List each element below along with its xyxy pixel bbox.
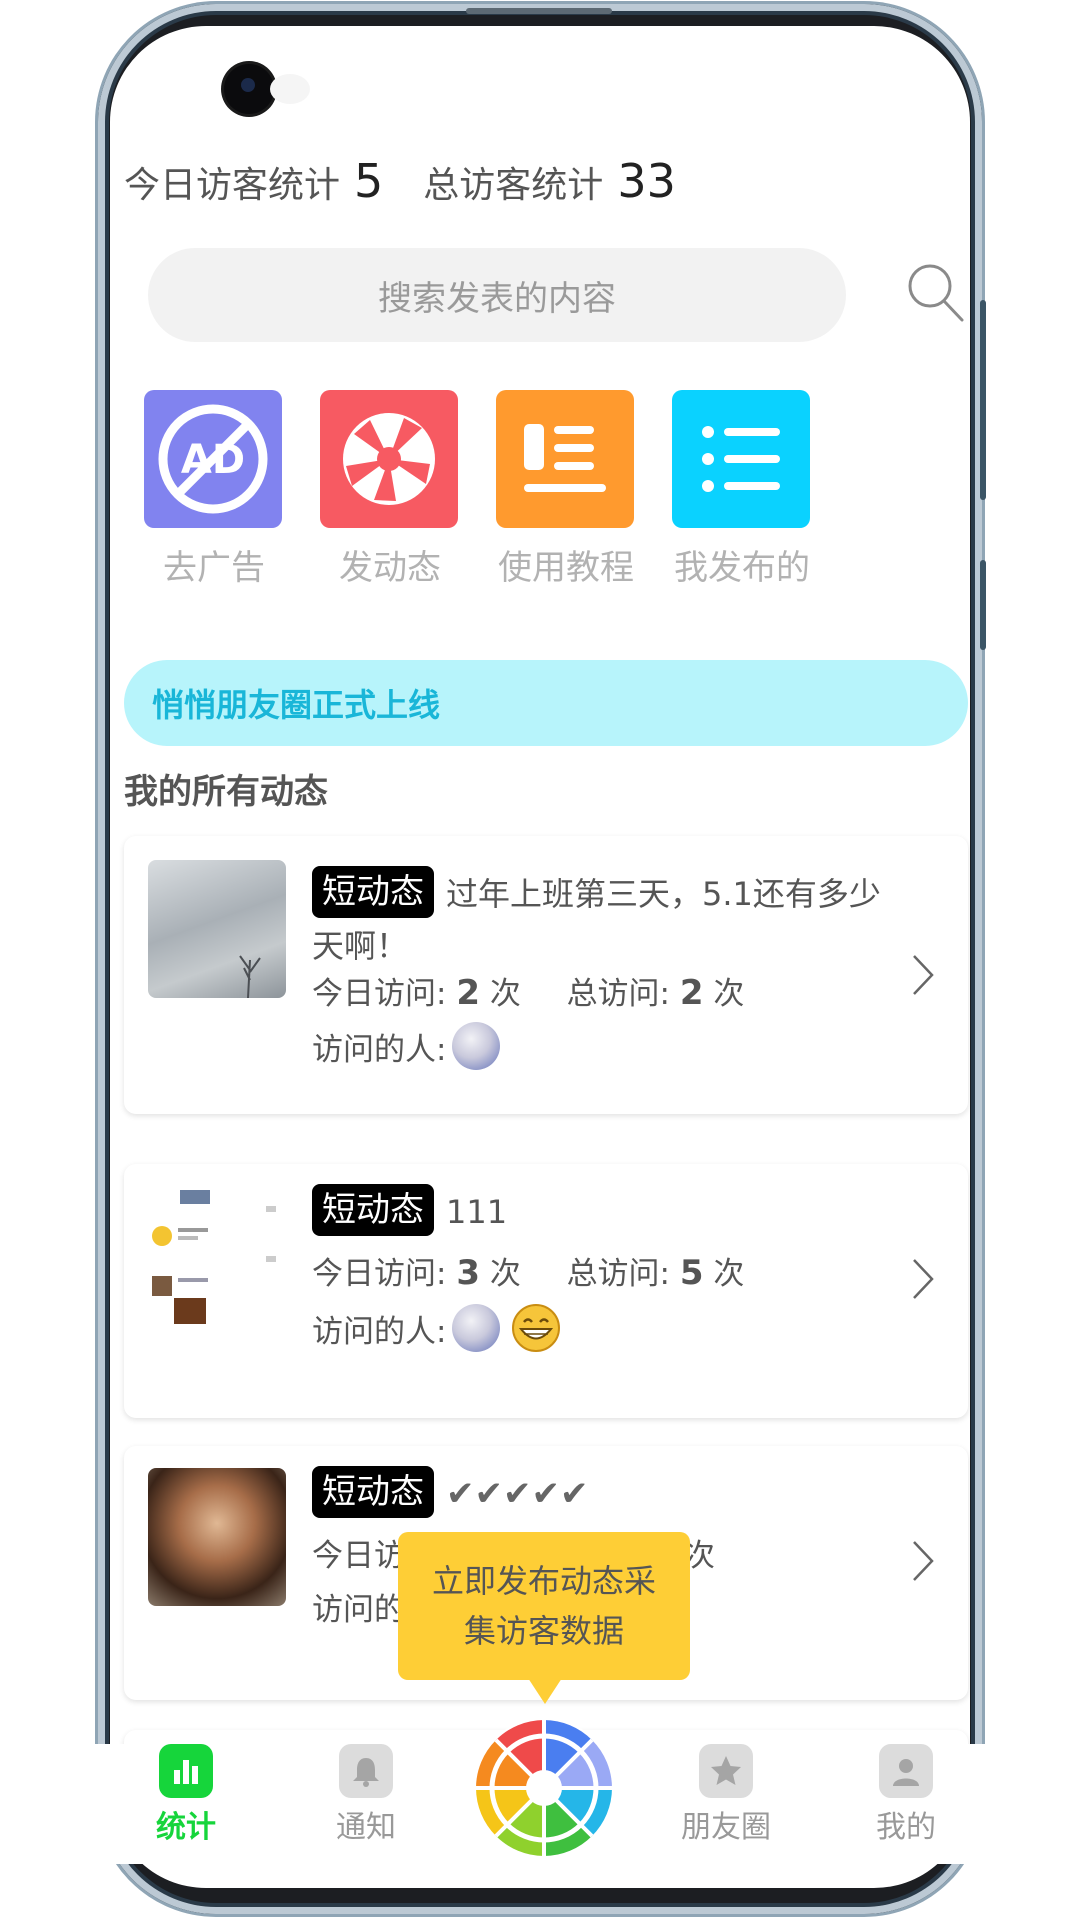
post-text: ✔✔✔✔✔: [446, 1474, 589, 1514]
today-visitors-count: 5: [354, 154, 384, 208]
publish-button[interactable]: [472, 1716, 616, 1860]
camera-highlight: [270, 74, 310, 104]
tooltip-arrow: [528, 1678, 562, 1704]
power-button: [980, 560, 986, 650]
today-visits-count: 2: [456, 973, 480, 1013]
grin-emoji-icon[interactable]: [510, 1302, 562, 1354]
post-thumbnail: [148, 860, 286, 998]
quick-action-label: 发动态: [339, 548, 441, 588]
no-ad-icon: AD: [144, 390, 282, 528]
user-icon: [879, 1744, 933, 1798]
total-visits-count: 5: [679, 1253, 704, 1293]
today-visits-unit: 次: [479, 976, 521, 1012]
list-icon: [672, 390, 810, 528]
post-visitors: 访问的: [312, 1584, 405, 1629]
tab-stats[interactable]: 统计: [126, 1744, 246, 1846]
post-visitors: 访问的人:: [312, 1022, 501, 1070]
tutorial-icon: [496, 390, 634, 528]
today-visits-unit: 次: [479, 1256, 521, 1292]
aperture-icon: [320, 390, 458, 528]
total-visits-label: 总访问:: [566, 976, 680, 1012]
tab-label: 我的: [876, 1810, 936, 1845]
quick-action-my-posts[interactable]: 我发布的: [672, 390, 812, 589]
total-visits-count: 2: [679, 973, 704, 1013]
tab-label: 朋友圈: [681, 1810, 771, 1845]
tab-label: 统计: [156, 1810, 216, 1845]
post-visit-stats: 今日访问: 2 次 总访问: 2 次: [312, 968, 744, 1013]
camera-icon: [224, 64, 274, 114]
volume-button: [980, 300, 986, 500]
announcement-banner[interactable]: 悄悄朋友圈正式上线: [124, 660, 968, 746]
today-visits-label: 今日访问:: [312, 1256, 457, 1292]
post-visit-stats: 今日访 次: [312, 1530, 715, 1575]
star-icon: [699, 1744, 753, 1798]
total-visits-unit: 次: [703, 976, 745, 1012]
today-visits-label: 今日访: [312, 1538, 405, 1574]
post-type-tag: 短动态: [312, 1466, 434, 1518]
visitors-label: 访问的人:: [312, 1313, 447, 1350]
bell-icon: [339, 1744, 393, 1798]
quick-action-label: 使用教程: [498, 548, 634, 588]
post-type-tag: 短动态: [312, 866, 434, 918]
search-placeholder: 搜索发表的内容: [378, 278, 616, 319]
tab-profile[interactable]: 我的: [846, 1744, 966, 1846]
quick-action-post[interactable]: 发动态: [320, 390, 460, 589]
today-visits-label: 今日访问:: [312, 976, 457, 1012]
svg-text:AD: AD: [181, 437, 245, 483]
post-text: 111: [446, 1193, 508, 1231]
quick-action-tutorial[interactable]: 使用教程: [496, 390, 636, 589]
tooltip-line: 集访客数据: [463, 1612, 624, 1650]
total-visits-label: 总访问:: [566, 1256, 680, 1292]
chevron-right-icon[interactable]: [908, 950, 938, 1000]
quick-action-remove-ads[interactable]: AD 去广告: [144, 390, 284, 589]
avatar[interactable]: [452, 1022, 501, 1070]
post-visit-stats: 今日访问: 3 次 总访问: 5 次: [312, 1248, 744, 1293]
visitor-stats: 今日访客统计 5 总访客统计 33: [124, 154, 676, 214]
post-thumbnail: [148, 1468, 286, 1606]
total-visits-unit: 次: [703, 1256, 745, 1292]
avatar[interactable]: [452, 1304, 501, 1352]
search-icon[interactable]: [904, 260, 968, 324]
quick-action-label: 我发布的: [674, 548, 810, 588]
tab-label: 通知: [336, 1810, 396, 1845]
tab-moments[interactable]: 朋友圈: [666, 1744, 786, 1846]
publish-tooltip[interactable]: 立即发布动态采 集访客数据: [398, 1532, 690, 1680]
total-visitors-label: 总访客统计: [423, 165, 604, 206]
post-thumbnail: [148, 1186, 286, 1324]
tab-notifications[interactable]: 通知: [306, 1744, 426, 1846]
total-visitors-count: 33: [617, 154, 676, 208]
visitors-label: 访问的人:: [312, 1031, 447, 1068]
chevron-right-icon[interactable]: [908, 1536, 938, 1586]
chevron-right-icon[interactable]: [908, 1254, 938, 1304]
tooltip-line: 立即发布动态采: [431, 1562, 656, 1600]
post-card[interactable]: 短动态 111 今日访问: 3 次 总访问: 5 次 访问的人:: [124, 1164, 968, 1418]
quick-action-label: 去广告: [163, 548, 265, 588]
post-type-tag: 短动态: [312, 1184, 434, 1236]
today-visits-count: 3: [456, 1253, 480, 1293]
section-title: 我的所有动态: [124, 772, 328, 812]
search-input[interactable]: 搜索发表的内容: [148, 248, 846, 342]
today-visitors-label: 今日访客统计: [124, 165, 341, 206]
post-card[interactable]: 短动态 过年上班第三天，5.1还有多少天啊！ 今日访问: 2 次 总访问: 2 次…: [124, 836, 968, 1114]
post-visitors: 访问的人:: [312, 1302, 562, 1354]
speaker-grille: [466, 8, 612, 14]
bar-chart-icon: [159, 1744, 213, 1798]
visitors-label: 访问的: [312, 1592, 405, 1628]
banner-text: 悄悄朋友圈正式上线: [152, 686, 441, 724]
